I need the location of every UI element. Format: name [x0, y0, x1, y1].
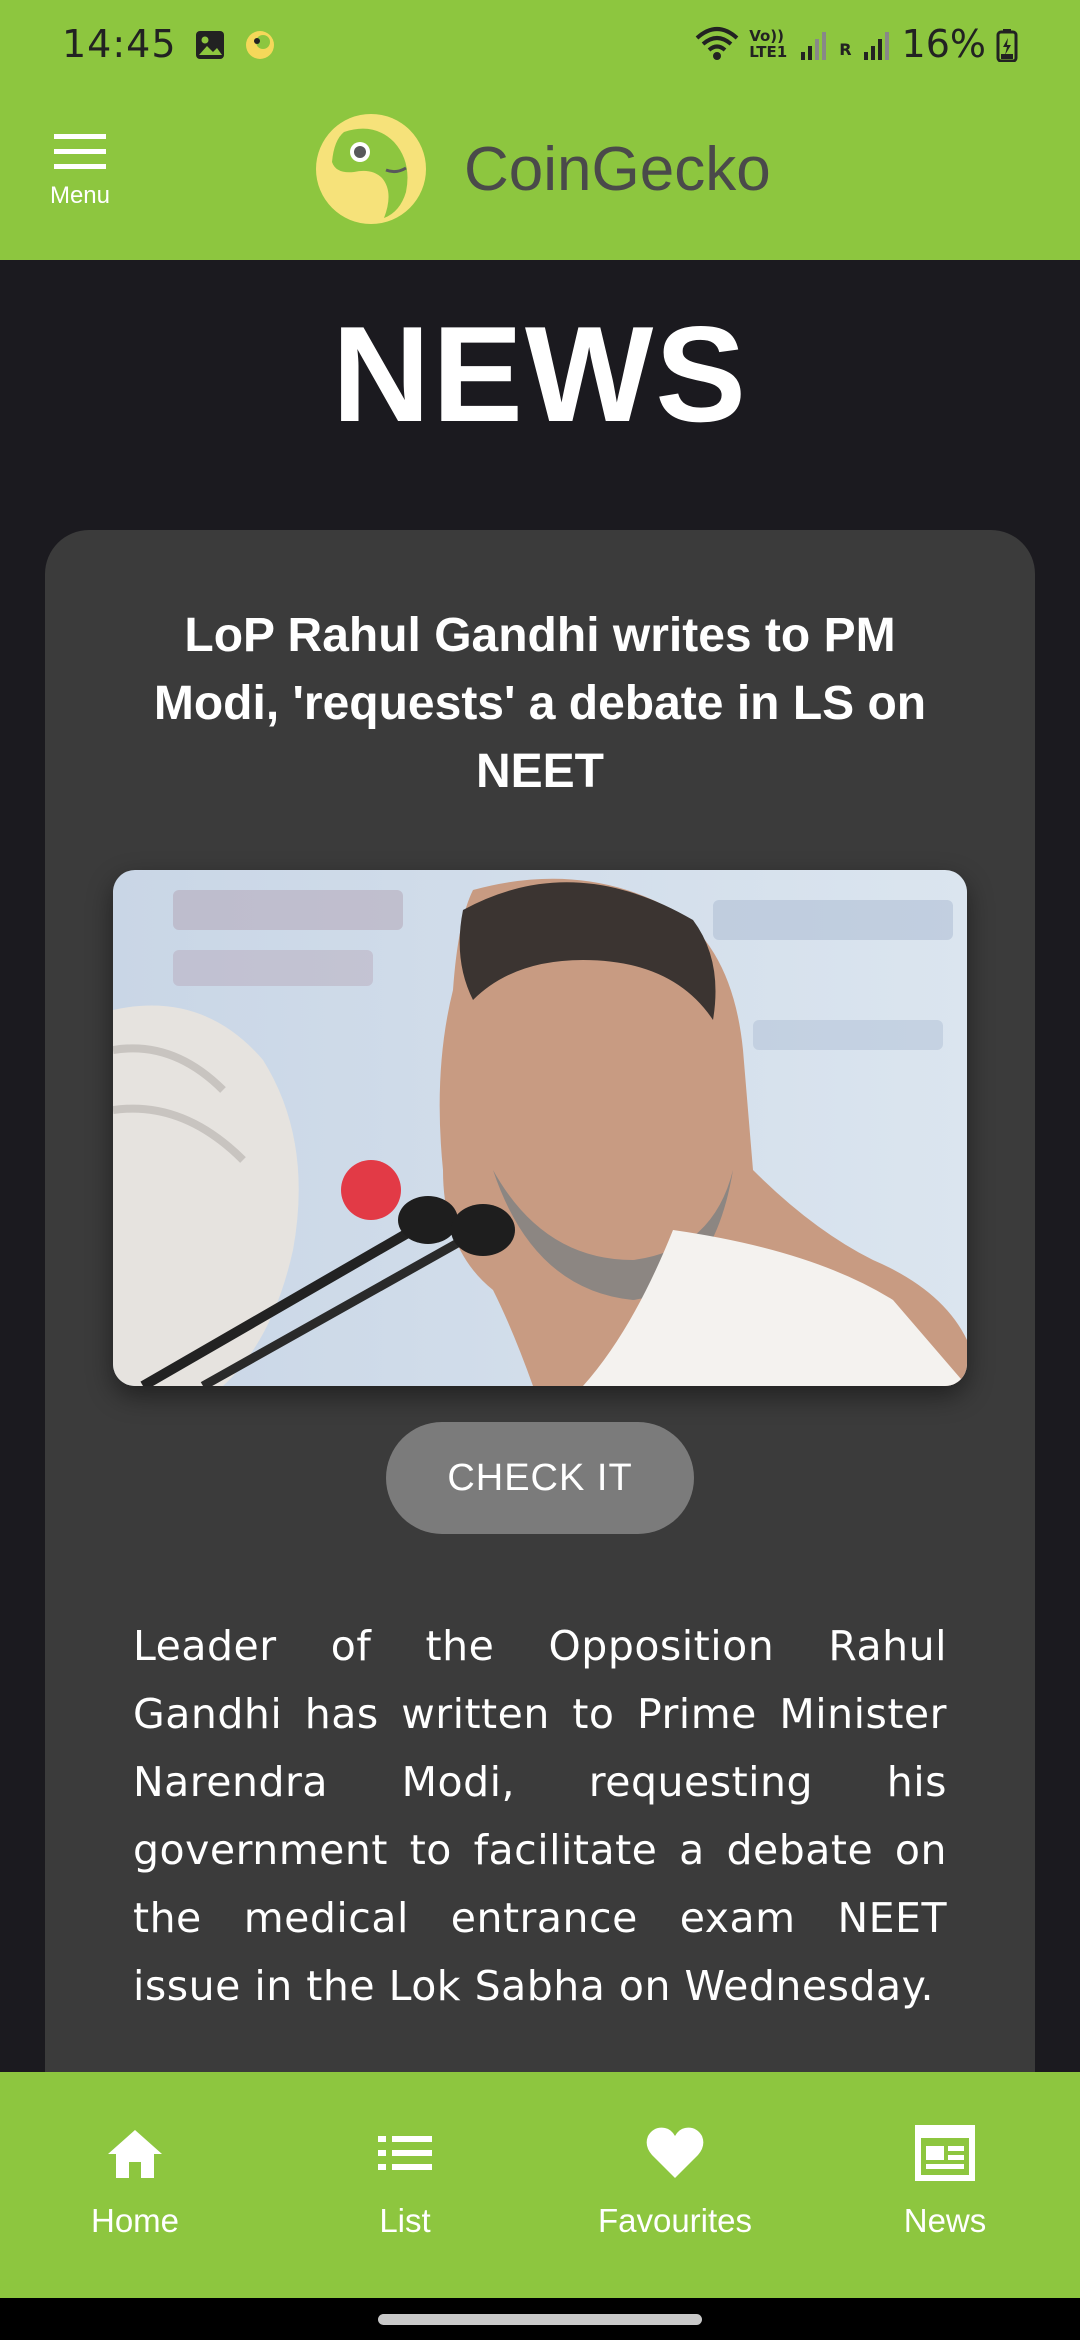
heart-icon	[646, 2127, 704, 2178]
battery-percent: 16%	[901, 22, 986, 66]
app-header: Menu CoinGecko	[0, 88, 1080, 260]
hamburger-icon	[54, 134, 106, 169]
home-icon	[108, 2130, 162, 2178]
gesture-bar	[0, 2298, 1080, 2340]
nav-home[interactable]: Home	[0, 2072, 270, 2298]
news-card: LoP Rahul Gandhi writes to PM Modi, 'req…	[45, 530, 1035, 2072]
signal-icon-2	[862, 27, 892, 61]
nav-favourites-label: Favourites	[597, 2202, 753, 2239]
news-image	[113, 870, 967, 1386]
newspaper-icon	[915, 2125, 975, 2181]
coingecko-notification-icon	[243, 27, 277, 61]
status-left: 14:45	[62, 22, 277, 66]
gallery-notification-icon	[193, 27, 227, 61]
news-content[interactable]: NEWS LoP Rahul Gandhi writes to PM Modi,…	[0, 260, 1080, 2072]
nav-news[interactable]: News	[810, 2072, 1080, 2298]
bottom-nav: Home List Favourites News	[0, 2072, 1080, 2298]
menu-label: Menu	[49, 182, 111, 209]
nav-list[interactable]: List	[270, 2072, 540, 2298]
volte-label: Vo)) LTE1	[749, 27, 788, 61]
check-it-button[interactable]: CHECK IT	[386, 1422, 694, 1534]
news-body: Leader of the Opposition Rahul Gandhi ha…	[133, 1622, 947, 2010]
nav-list-label: List	[379, 2202, 431, 2239]
brand-name: CoinGecko	[464, 134, 771, 204]
menu-button[interactable]: Menu	[40, 130, 120, 220]
roaming-label: R	[839, 40, 852, 59]
app-screen: 14:45 Vo)) LTE1 R 16% Menu CoinGecko NEW…	[0, 0, 1080, 2340]
brand: CoinGecko	[314, 112, 771, 226]
news-title: LoP Rahul Gandhi writes to PM Modi, 'req…	[153, 609, 927, 798]
home-gesture-handle[interactable]	[378, 2314, 702, 2325]
nav-home-label: Home	[90, 2202, 180, 2239]
nav-news-label: News	[903, 2202, 987, 2239]
nav-favourites[interactable]: Favourites	[540, 2072, 810, 2298]
coingecko-logo-icon	[316, 114, 426, 224]
status-right: Vo)) LTE1 R 16%	[695, 22, 1018, 66]
wifi-icon	[695, 26, 739, 62]
list-icon	[378, 2136, 432, 2170]
battery-icon	[996, 27, 1018, 63]
page-title: NEWS	[332, 298, 748, 450]
signal-icon-1	[799, 27, 829, 61]
status-bar: 14:45 Vo)) LTE1 R 16%	[0, 0, 1080, 88]
status-time: 14:45	[62, 22, 177, 66]
